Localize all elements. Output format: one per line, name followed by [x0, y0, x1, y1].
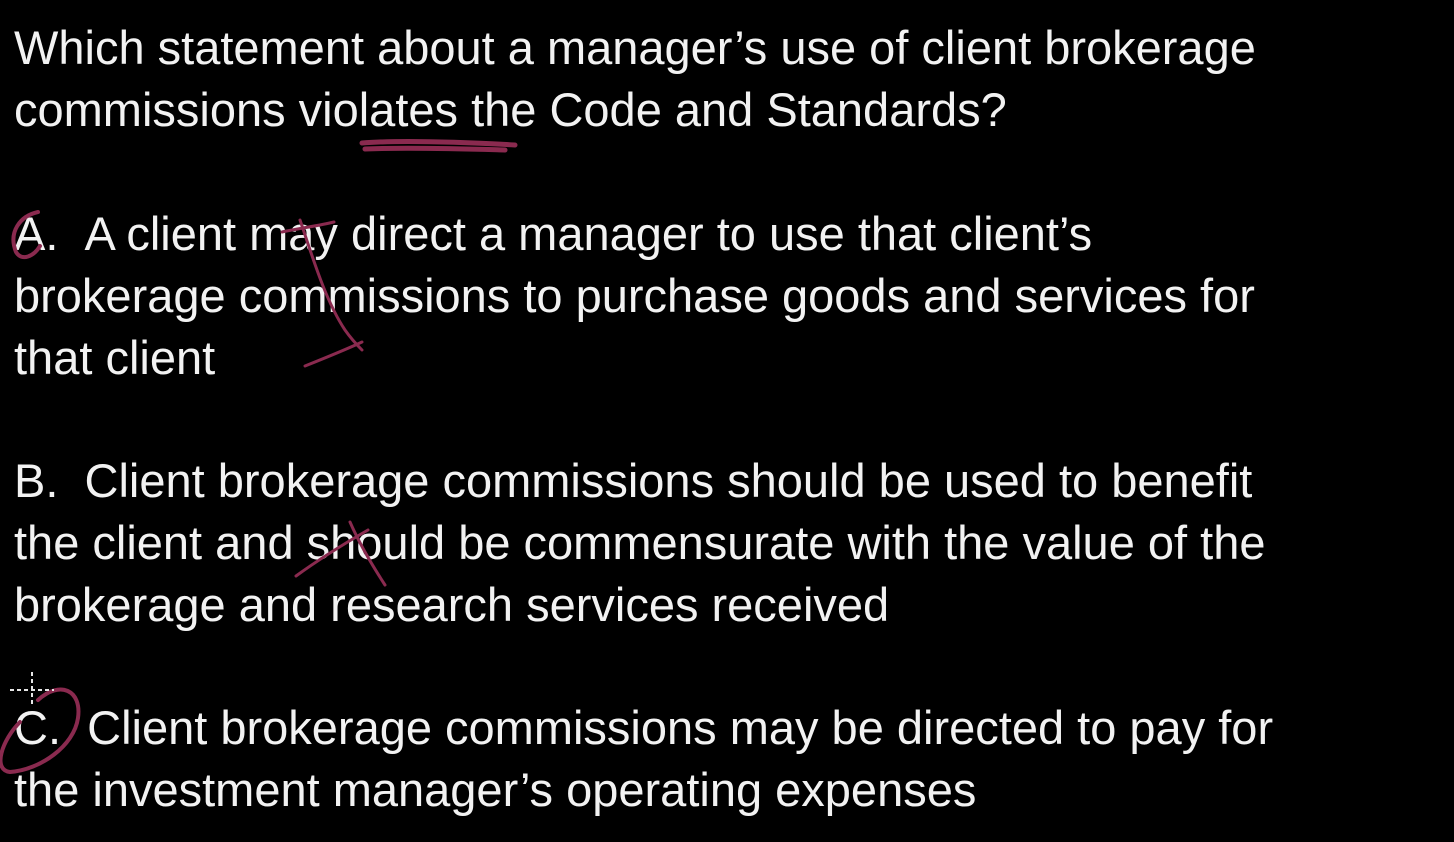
- option-b-text-1: Client brokerage commissions should be u…: [84, 454, 1253, 507]
- option-a-line-1: A. A client may direct a manager to use …: [14, 203, 1092, 265]
- slide-canvas: Which statement about a manager’s use of…: [0, 0, 1454, 842]
- option-a-line-3: that client: [14, 331, 216, 384]
- question-line-2: commissions violates the Code and Standa…: [14, 83, 1007, 136]
- option-a-line-2: brokerage commissions to purchase goods …: [14, 269, 1255, 322]
- option-c-text-1: Client brokerage commissions may be dire…: [87, 701, 1274, 754]
- option-b-line-2: the client and should be commensurate wi…: [14, 516, 1266, 569]
- question-line-1: Which statement about a manager’s use of…: [14, 21, 1256, 74]
- option-b-letter: B.: [14, 454, 59, 507]
- option-c-letter: C.: [14, 701, 61, 754]
- option-a-letter: A.: [14, 207, 59, 260]
- option-c-line-1: C. Client brokerage commissions may be d…: [14, 697, 1273, 759]
- underline-violates-mark: [359, 139, 518, 153]
- option-b-line-3: brokerage and research services received: [14, 578, 890, 631]
- option-a-text-1: A client may direct a manager to use tha…: [84, 207, 1093, 260]
- option-c-line-2: the investment manager’s operating expen…: [14, 763, 977, 816]
- option-b-line-1: B. Client brokerage commissions should b…: [14, 450, 1252, 512]
